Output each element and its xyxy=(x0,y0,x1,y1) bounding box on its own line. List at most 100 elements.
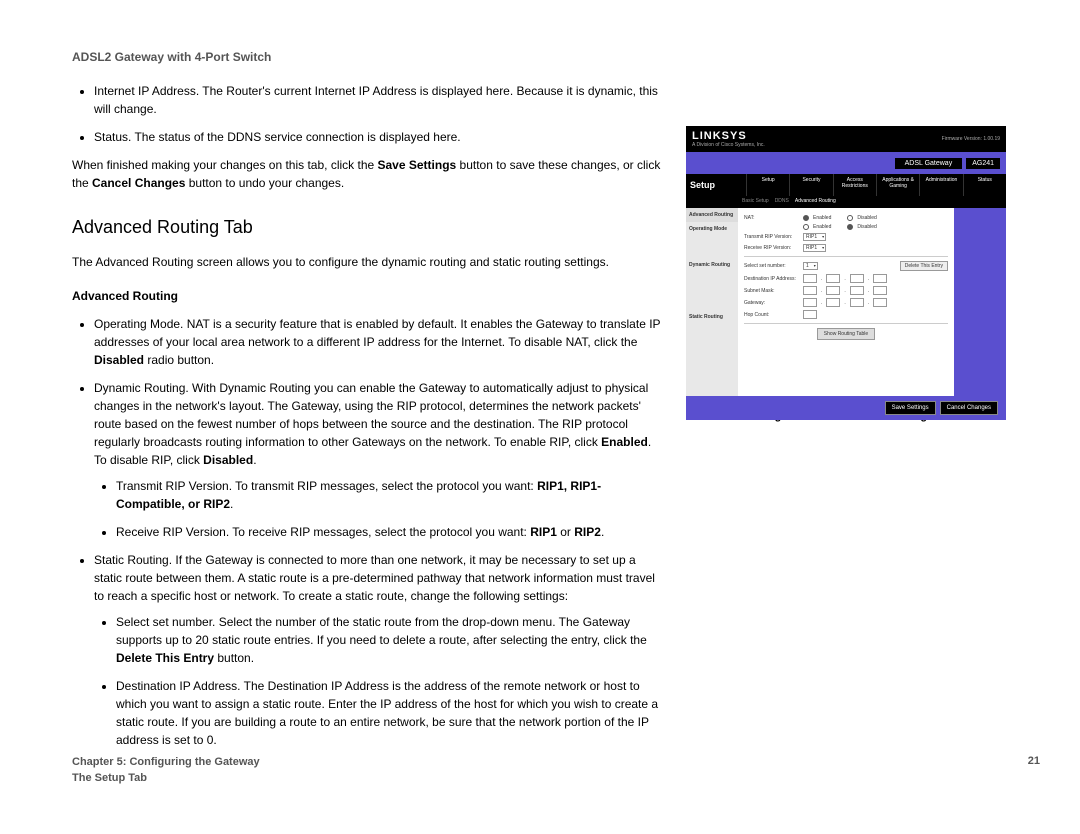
side-advanced-routing: Advanced Routing xyxy=(686,208,738,222)
rip-enabled-radio[interactable] xyxy=(803,224,809,230)
ip-octet-input[interactable] xyxy=(803,298,817,307)
page-number: 21 xyxy=(1028,755,1040,786)
rip2-label: RIP2 xyxy=(574,525,601,539)
side-dynamic-routing: Dynamic Routing xyxy=(686,258,738,272)
ip-octet-input[interactable] xyxy=(803,286,817,295)
hop-input[interactable] xyxy=(803,310,817,319)
text: When finished making your changes on thi… xyxy=(72,158,378,172)
enabled-text: Enabled xyxy=(813,224,831,230)
disabled-label: Disabled xyxy=(94,353,144,367)
ip-octet-input[interactable] xyxy=(826,274,840,283)
enabled-label: Enabled xyxy=(601,435,648,449)
bullet-status: Status. The status of the DDNS service c… xyxy=(94,128,662,146)
side-static-routing: Static Routing xyxy=(686,310,738,324)
delete-this-entry-label: Delete This Entry xyxy=(116,651,214,665)
nat-disabled-radio[interactable] xyxy=(847,215,853,221)
brand-subtitle: A Division of Cisco Systems, Inc. xyxy=(692,142,765,148)
advanced-routing-bullets: Operating Mode. NAT is a security featur… xyxy=(72,315,662,749)
ip-octet-input[interactable] xyxy=(873,274,887,283)
tx-rip-select[interactable]: RIP1 xyxy=(803,233,826,241)
disabled-label: Disabled xyxy=(203,453,253,467)
side-operating-mode: Operating Mode xyxy=(686,222,738,236)
text: button to undo your changes. xyxy=(185,176,344,190)
gateway-label: Gateway: xyxy=(744,300,799,306)
ip-octet-input[interactable] xyxy=(826,286,840,295)
bullet-transmit-rip: Transmit RIP Version. To transmit RIP me… xyxy=(116,477,662,513)
rip1-label: RIP1 xyxy=(530,525,557,539)
ip-octet-input[interactable] xyxy=(850,298,864,307)
ip-octet-input[interactable] xyxy=(850,286,864,295)
text: button. xyxy=(214,651,254,665)
text: Select set number. Select the number of … xyxy=(116,615,647,647)
ip-octet-input[interactable] xyxy=(826,298,840,307)
text: Operating Mode. NAT is a security featur… xyxy=(94,317,660,349)
brand-logo: LINKSYS xyxy=(692,130,765,142)
tab-administration[interactable]: Administration xyxy=(919,174,962,196)
bullet-nat: Operating Mode. NAT is a security featur… xyxy=(94,315,662,369)
figure-column: LINKSYS A Division of Cisco Systems, Inc… xyxy=(686,82,1040,759)
ip-octet-input[interactable] xyxy=(803,274,817,283)
ip-octet-input[interactable] xyxy=(873,286,887,295)
setup-heading: Setup xyxy=(686,174,746,196)
dest-ip-label: Destination IP Address: xyxy=(744,276,799,282)
bullet-static-routing: Static Routing. If the Gateway is connec… xyxy=(94,551,662,749)
tx-rip-label: Transmit RIP Version: xyxy=(744,234,799,240)
subnav-advanced-routing[interactable]: Advanced Routing xyxy=(795,198,836,204)
enabled-text: Enabled xyxy=(813,215,831,221)
bullet-dynamic-routing: Dynamic Routing. With Dynamic Routing yo… xyxy=(94,379,662,541)
text: Dynamic Routing. With Dynamic Routing yo… xyxy=(94,381,648,449)
text: Receive RIP Version. To receive RIP mess… xyxy=(116,525,530,539)
bullet-destination-ip: Destination IP Address. The Destination … xyxy=(116,677,662,749)
main-text-column: Internet IP Address. The Router's curren… xyxy=(72,82,662,759)
text: radio button. xyxy=(144,353,214,367)
text: Destination IP Address. The Destination … xyxy=(116,679,658,747)
subnav-ddns[interactable]: DDNS xyxy=(775,198,789,204)
firmware-version: Firmware Version: 1.00.19 xyxy=(942,136,1000,142)
text: . xyxy=(253,453,256,467)
cancel-changes-button[interactable]: Cancel Changes xyxy=(940,401,998,415)
bullet-internet-ip: Internet IP Address. The Router's curren… xyxy=(94,82,662,118)
bullet-select-set-number: Select set number. Select the number of … xyxy=(116,613,662,667)
tab-access-restrictions[interactable]: Access Restrictions xyxy=(833,174,876,196)
ip-octet-input[interactable] xyxy=(873,298,887,307)
text: Static Routing. If the Gateway is connec… xyxy=(94,553,655,603)
document-header: ADSL2 Gateway with 4-Port Switch xyxy=(72,50,1040,64)
text: Transmit RIP Version. To transmit RIP me… xyxy=(116,479,537,493)
ip-octet-input[interactable] xyxy=(850,274,864,283)
tab-setup[interactable]: Setup xyxy=(746,174,789,196)
page-footer: Chapter 5: Configuring the Gateway The S… xyxy=(72,755,1040,786)
disabled-text: Disabled xyxy=(857,224,876,230)
intro-bullets: Internet IP Address. The Router's curren… xyxy=(72,82,662,146)
tab-applications-gaming[interactable]: Applications & Gaming xyxy=(876,174,919,196)
select-set-label: Select set number: xyxy=(744,263,799,269)
save-settings-button[interactable]: Save Settings xyxy=(885,401,936,415)
tab-security[interactable]: Security xyxy=(789,174,832,196)
footer-chapter: Chapter 5: Configuring the Gateway xyxy=(72,755,260,770)
subheading-advanced-routing: Advanced Routing xyxy=(72,287,662,305)
rx-rip-label: Receive RIP Version: xyxy=(744,245,799,251)
hop-label: Hop Count: xyxy=(744,312,799,318)
delete-entry-button[interactable]: Delete This Entry xyxy=(900,261,948,271)
cancel-changes-label: Cancel Changes xyxy=(92,176,185,190)
footer-tab: The Setup Tab xyxy=(72,771,260,786)
tab-status[interactable]: Status xyxy=(963,174,1006,196)
nat-enabled-radio[interactable] xyxy=(803,215,809,221)
section-intro: The Advanced Routing screen allows you t… xyxy=(72,253,662,271)
disabled-text: Disabled xyxy=(857,215,876,221)
router-ui-screenshot: LINKSYS A Division of Cisco Systems, Inc… xyxy=(686,126,1006,396)
rip-disabled-radio[interactable] xyxy=(847,224,853,230)
text: or xyxy=(557,525,574,539)
save-changes-paragraph: When finished making your changes on thi… xyxy=(72,156,662,192)
set-number-select[interactable]: 1 xyxy=(803,262,818,270)
section-heading: Advanced Routing Tab xyxy=(72,214,662,241)
product-tag: ADSL Gateway xyxy=(895,158,963,169)
subnav-basic-setup[interactable]: Basic Setup xyxy=(742,198,769,204)
rx-rip-select[interactable]: RIP1 xyxy=(803,244,826,252)
subnet-label: Subnet Mask: xyxy=(744,288,799,294)
nat-label: NAT: xyxy=(744,215,799,221)
show-routing-table-button[interactable]: Show Routing Table xyxy=(817,328,875,340)
text: . xyxy=(230,497,233,511)
text: . xyxy=(601,525,604,539)
bullet-receive-rip: Receive RIP Version. To receive RIP mess… xyxy=(116,523,662,541)
save-settings-label: Save Settings xyxy=(378,158,457,172)
